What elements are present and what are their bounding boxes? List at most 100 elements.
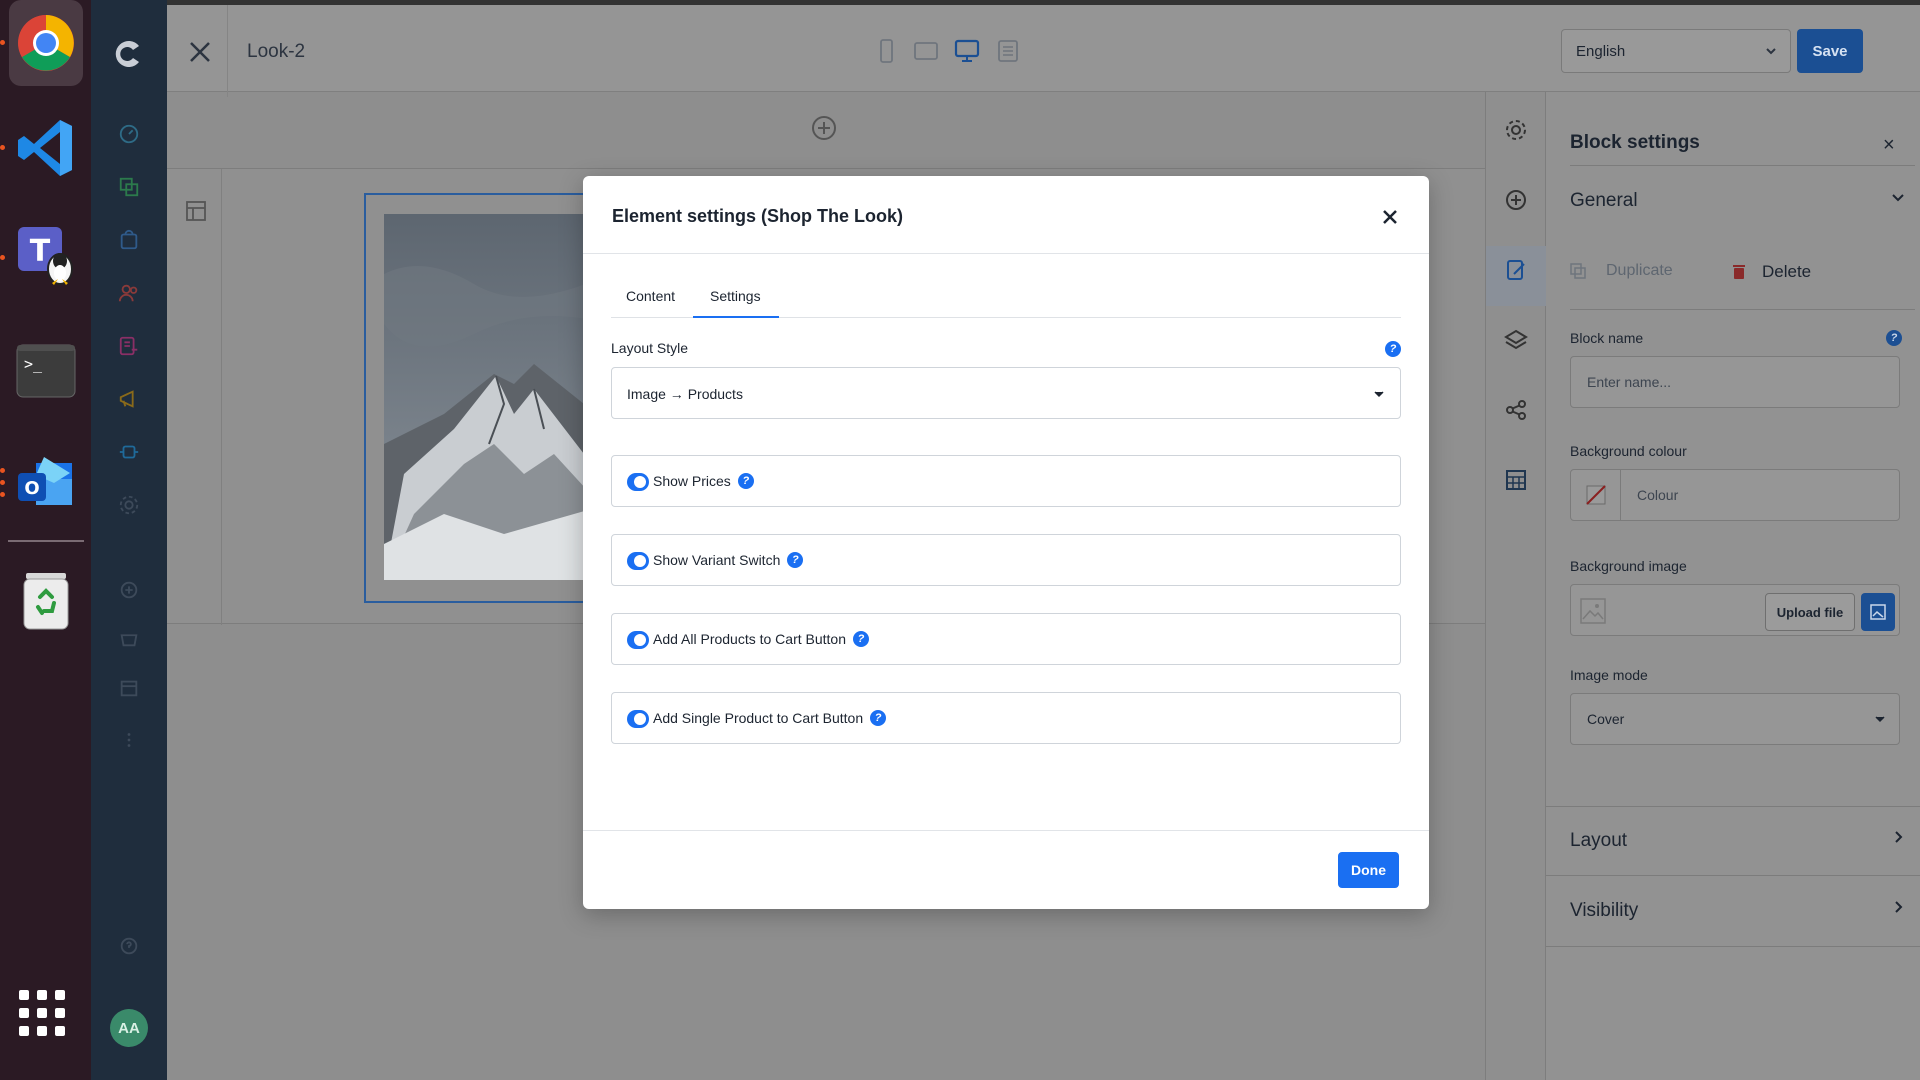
visibility-accordion[interactable]: Visibility xyxy=(1546,877,1920,947)
background-colour-input[interactable]: Colour xyxy=(1570,469,1900,521)
info-icon[interactable]: ? xyxy=(853,631,869,647)
catalogue-icon[interactable] xyxy=(117,175,141,199)
running-indicator xyxy=(0,40,5,45)
basket-icon[interactable] xyxy=(117,626,141,650)
chevron-down-icon xyxy=(1766,48,1776,55)
outlook-icon[interactable]: O xyxy=(9,448,83,522)
media-library-button[interactable] xyxy=(1861,593,1895,631)
language-select[interactable]: English xyxy=(1561,29,1791,73)
terminal-icon[interactable]: >_ xyxy=(9,334,83,408)
app-sidebar: AA xyxy=(91,0,167,1080)
marketing-icon[interactable] xyxy=(117,387,141,411)
settings-gear-icon[interactable] xyxy=(1504,118,1528,142)
delete-label: Delete xyxy=(1762,262,1812,281)
info-icon[interactable]: ? xyxy=(737,473,754,489)
svg-text:O: O xyxy=(24,478,39,499)
done-button[interactable]: Done xyxy=(1338,852,1399,888)
add-all-to-cart-toggle[interactable] xyxy=(627,631,649,649)
image-placeholder-icon xyxy=(1579,597,1607,625)
section-layout-icon[interactable] xyxy=(184,199,208,223)
info-icon[interactable]: ? xyxy=(1886,330,1902,346)
brand-logo-icon[interactable] xyxy=(111,36,147,72)
modal-title: Element settings (Shop The Look) xyxy=(612,206,904,226)
app-grid-icon[interactable] xyxy=(19,990,65,1036)
mobile-view-icon[interactable] xyxy=(873,38,899,64)
vscode-icon[interactable] xyxy=(9,111,83,185)
info-icon[interactable]: ? xyxy=(870,710,887,726)
layers-icon[interactable] xyxy=(1504,328,1528,352)
trash-icon[interactable] xyxy=(9,562,83,636)
orders-icon[interactable] xyxy=(117,228,141,252)
image-mode-label: Image mode xyxy=(1570,667,1648,683)
background-image-label: Background image xyxy=(1570,558,1687,574)
block-settings-title: Block settings xyxy=(1570,132,1700,153)
general-accordion[interactable]: General xyxy=(1546,167,1920,237)
customers-icon[interactable] xyxy=(117,281,141,305)
running-indicator xyxy=(0,145,5,150)
show-variant-switch-toggle[interactable] xyxy=(627,552,649,570)
delete-button[interactable]: Delete xyxy=(1732,262,1811,282)
input-placeholder: Colour xyxy=(1637,487,1679,503)
tab-settings[interactable]: Settings xyxy=(710,288,761,304)
page-title: Look-2 xyxy=(247,41,306,62)
svg-text:>_: >_ xyxy=(24,355,43,373)
edit-block-icon[interactable] xyxy=(1504,258,1528,282)
accordion-label: General xyxy=(1570,190,1638,211)
tab-content[interactable]: Content xyxy=(626,288,675,304)
desktop-view-icon[interactable] xyxy=(954,38,980,64)
divider xyxy=(221,169,222,625)
running-indicator xyxy=(0,480,5,485)
chrome-icon[interactable] xyxy=(9,0,83,86)
add-single-to-cart-toggle[interactable] xyxy=(627,710,649,728)
accordion-label: Layout xyxy=(1570,830,1628,851)
upload-file-button[interactable]: Upload file xyxy=(1765,593,1855,631)
extensions-icon[interactable] xyxy=(117,440,141,464)
block-name-input[interactable]: Enter name... xyxy=(1570,356,1900,408)
duplicate-button[interactable]: Duplicate xyxy=(1570,262,1673,280)
share-icon[interactable] xyxy=(1504,398,1528,422)
background-colour-label: Background colour xyxy=(1570,443,1687,459)
help-icon[interactable] xyxy=(117,934,141,958)
layout-style-select[interactable]: Image → Products xyxy=(611,367,1401,419)
add-block-icon[interactable] xyxy=(1504,188,1528,212)
content-icon[interactable] xyxy=(117,334,141,358)
tablet-view-icon[interactable] xyxy=(913,38,939,64)
dashboard-icon[interactable] xyxy=(117,122,141,146)
colour-swatch[interactable] xyxy=(1571,470,1621,520)
close-editor-icon[interactable] xyxy=(185,37,215,67)
info-icon[interactable]: ? xyxy=(1385,341,1401,357)
trash-icon xyxy=(1733,265,1745,279)
layout-style-value: Image → Products xyxy=(627,386,743,402)
image-mode-select[interactable]: Cover xyxy=(1570,693,1900,745)
input-placeholder: Enter name... xyxy=(1587,374,1672,390)
save-button[interactable]: Save xyxy=(1797,29,1863,73)
show-prices-toggle[interactable] xyxy=(627,473,649,491)
table-icon[interactable] xyxy=(1504,468,1528,492)
os-dock: T >_ O xyxy=(0,0,91,1080)
layout-accordion[interactable]: Layout xyxy=(1546,806,1920,876)
option-add-all-to-cart: Add All Products to Cart Button ? xyxy=(611,613,1401,665)
running-indicator xyxy=(0,255,5,260)
divider xyxy=(583,253,1429,254)
image-icon xyxy=(1870,604,1886,620)
running-indicator xyxy=(0,492,5,497)
close-icon[interactable] xyxy=(1377,204,1403,230)
storefront-icon[interactable] xyxy=(117,676,141,700)
chevron-down-icon xyxy=(1875,716,1885,723)
accordion-label: Visibility xyxy=(1570,900,1639,921)
add-plus-icon[interactable] xyxy=(117,578,141,602)
divider xyxy=(227,5,228,97)
list-view-icon[interactable] xyxy=(995,38,1021,64)
option-label: Add All Products to Cart Button xyxy=(653,631,846,647)
divider xyxy=(583,830,1429,831)
settings-gear-icon[interactable] xyxy=(117,493,141,517)
add-section-icon[interactable] xyxy=(810,114,838,142)
mountain-image[interactable] xyxy=(384,214,609,580)
chevron-right-icon xyxy=(1890,899,1906,920)
close-icon[interactable]: × xyxy=(1883,134,1895,157)
user-avatar[interactable]: AA xyxy=(110,1009,148,1047)
teams-icon[interactable]: T xyxy=(9,218,83,292)
more-vertical-icon[interactable] xyxy=(117,728,141,752)
info-icon[interactable]: ? xyxy=(787,552,804,568)
right-toolbar xyxy=(1485,92,1546,1080)
